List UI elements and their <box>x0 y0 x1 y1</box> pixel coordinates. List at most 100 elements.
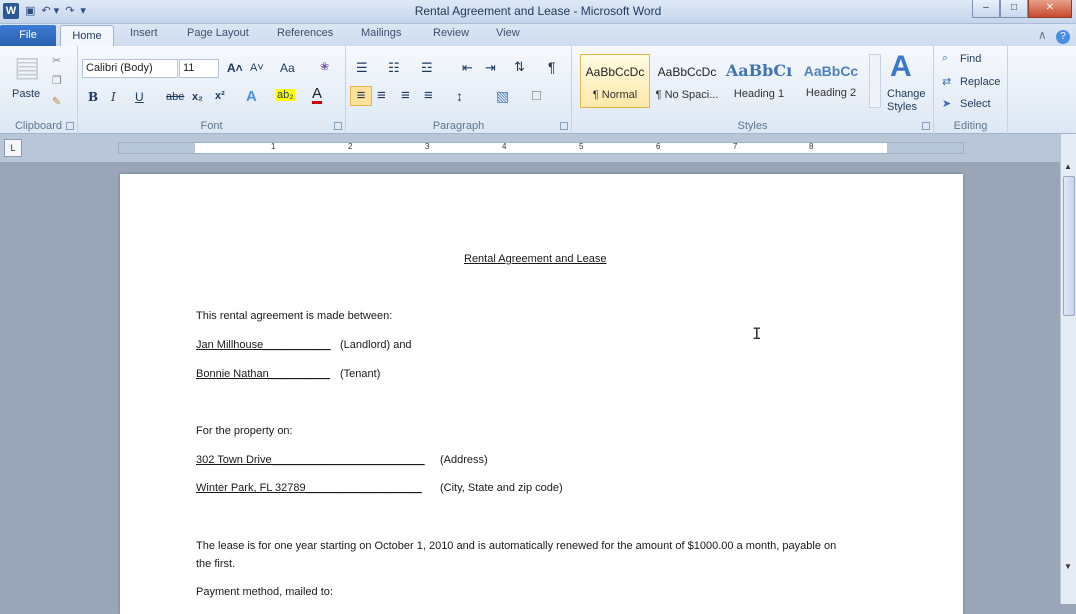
font-group: Calibri (Body) 11 A˄ A˅ Aa ❀ B I U abe x… <box>78 46 346 134</box>
font-name-combo[interactable]: Calibri (Body) <box>82 59 178 78</box>
paste-icon: ▤ <box>14 51 41 82</box>
replace-button[interactable]: Replace <box>960 76 1000 88</box>
paragraph-group: ☰ ☷ ☲ ⇤ ⇥ ⇅ ¶ ≡ ≡ ≡ ≡ ↕ ▧ □ Paragraph <box>346 46 572 134</box>
select-icon: ➤ <box>942 98 952 110</box>
ruler-number: 4 <box>502 142 507 151</box>
editing-label: Editing <box>953 120 988 132</box>
styles-gallery-scroll[interactable] <box>869 54 881 108</box>
minimize-button[interactable]: – <box>972 0 1000 18</box>
font-color-icon[interactable]: A <box>312 86 323 104</box>
superscript-button[interactable]: x² <box>215 90 225 102</box>
scroll-thumb[interactable] <box>1063 176 1075 316</box>
window-controls: – □ ✕ <box>972 0 1072 18</box>
minimize-ribbon-icon[interactable]: ∧ <box>1038 28 1047 42</box>
replace-icon: ⇄ <box>942 76 952 88</box>
tab-page-layout[interactable]: Page Layout <box>187 27 249 39</box>
style-normal-label: ¶ Normal <box>592 89 638 101</box>
ruler-bar: L 1 2 3 4 5 6 7 8 <box>0 134 1060 162</box>
subscript-button[interactable]: x₂ <box>192 91 203 103</box>
close-button[interactable]: ✕ <box>1028 0 1072 18</box>
multilevel-list-icon[interactable]: ☲ <box>421 60 433 76</box>
ruler-number: 6 <box>656 142 661 151</box>
borders-icon[interactable]: □ <box>532 87 541 104</box>
shrink-font-icon[interactable]: A˅ <box>250 62 264 74</box>
style-no-spacing[interactable]: AaBbCcDc ¶ No Spaci... <box>652 54 722 108</box>
style-no-spacing-label: ¶ No Spaci... <box>655 89 719 101</box>
style-heading-1-preview: AaBbCı <box>725 61 793 80</box>
align-right-button[interactable]: ≡ <box>401 87 410 104</box>
cut-icon[interactable]: ✂ <box>52 54 61 67</box>
shading-icon[interactable]: ▧ <box>496 88 509 105</box>
window-title: Rental Agreement and Lease - Microsoft W… <box>414 4 662 18</box>
find-button[interactable]: Find <box>960 53 981 65</box>
vertical-scrollbar[interactable]: ▲ ▼ <box>1060 134 1076 604</box>
align-left-button[interactable]: ≡ <box>350 86 372 106</box>
tab-selector-button[interactable]: L <box>4 139 22 157</box>
clipboard-group: ▤ Paste ✂ ❐ ✎ Clipboard <box>0 46 78 134</box>
tab-review[interactable]: Review <box>433 27 469 39</box>
line-spacing-icon[interactable]: ↕ <box>456 88 463 104</box>
ruler-left-margin <box>119 143 195 153</box>
ruler-number: 1 <box>271 142 276 151</box>
payment-text: Payment method, mailed to: <box>196 586 333 598</box>
increase-indent-icon[interactable]: ⇥ <box>485 60 496 76</box>
lease-text-line-2: the first. <box>196 558 236 570</box>
font-launcher-icon[interactable] <box>334 122 342 130</box>
align-center-button[interactable]: ≡ <box>377 87 386 104</box>
bullets-icon[interactable]: ☰ <box>356 60 368 76</box>
tab-view[interactable]: View <box>496 27 520 39</box>
horizontal-ruler[interactable]: 1 2 3 4 5 6 7 8 <box>118 142 964 154</box>
style-heading-1[interactable]: AaBbCı Heading 1 <box>724 54 794 108</box>
change-styles-button[interactable]: Change <box>887 88 926 100</box>
strikethrough-button[interactable]: abe <box>166 91 184 103</box>
editing-group: ⌕ Find ⇄ Replace ➤ Select Editing <box>934 46 1008 134</box>
bold-button[interactable]: B <box>88 90 98 104</box>
italic-button[interactable]: I <box>111 90 116 104</box>
styles-launcher-icon[interactable] <box>922 122 930 130</box>
city-line: Winter Park, FL 32789___________________ <box>196 482 422 494</box>
format-painter-icon[interactable]: ✎ <box>52 95 61 108</box>
document-page[interactable]: Rental Agreement and Lease This rental a… <box>120 174 963 614</box>
change-styles-icon[interactable]: A <box>890 50 912 84</box>
paste-button[interactable]: Paste <box>12 88 40 100</box>
scroll-down-icon[interactable]: ▼ <box>1064 562 1072 571</box>
scroll-up-icon[interactable]: ▲ <box>1064 162 1072 171</box>
ruler-number: 5 <box>579 142 584 151</box>
text-effects-icon[interactable]: A <box>246 88 257 105</box>
tab-file[interactable]: File <box>0 25 56 46</box>
numbering-icon[interactable]: ☷ <box>388 60 400 76</box>
tab-mailings[interactable]: Mailings <box>361 27 401 39</box>
justify-button[interactable]: ≡ <box>424 87 433 104</box>
paragraph-launcher-icon[interactable] <box>560 122 568 130</box>
tab-insert[interactable]: Insert <box>130 27 158 39</box>
clipboard-launcher-icon[interactable] <box>66 122 74 130</box>
lease-text-line-1: The lease is for one year starting on Oc… <box>196 540 837 552</box>
tab-references[interactable]: References <box>277 27 333 39</box>
copy-icon[interactable]: ❐ <box>52 74 62 87</box>
tab-home[interactable]: Home <box>60 25 114 47</box>
grow-font-icon[interactable]: A˄ <box>227 61 243 75</box>
clear-formatting-icon[interactable]: ❀ <box>320 60 329 73</box>
sort-icon[interactable]: ⇅ <box>514 59 525 75</box>
underline-button[interactable]: U <box>135 90 144 104</box>
decrease-indent-icon[interactable]: ⇤ <box>462 60 473 76</box>
maximize-button[interactable]: □ <box>1000 0 1028 18</box>
address-line: 302 Town Drive_________________________ <box>196 454 425 466</box>
style-heading-2[interactable]: AaBbCc Heading 2 <box>796 54 866 108</box>
ribbon-home: ▤ Paste ✂ ❐ ✎ Clipboard Calibri (Body) 1… <box>0 46 1076 134</box>
style-heading-1-label: Heading 1 <box>733 88 785 100</box>
landlord-role: (Landlord) and <box>340 339 412 351</box>
change-styles-button-line2[interactable]: Styles <box>887 101 917 113</box>
ruler-number: 3 <box>425 142 430 151</box>
help-icon[interactable]: ? <box>1056 30 1070 44</box>
change-case-icon[interactable]: Aa <box>280 61 295 75</box>
highlight-color-icon[interactable]: ab₂ <box>276 89 295 101</box>
intro-text: This rental agreement is made between: <box>196 310 393 322</box>
ruler-right-margin <box>887 143 963 153</box>
select-button[interactable]: Select <box>960 98 991 110</box>
font-label: Font <box>200 120 223 132</box>
ribbon-right-controls: ∧ ? <box>1038 28 1070 44</box>
style-normal[interactable]: AaBbCcDc ¶ Normal <box>580 54 650 108</box>
font-size-combo[interactable]: 11 <box>179 59 219 78</box>
show-formatting-marks-icon[interactable]: ¶ <box>548 59 556 75</box>
